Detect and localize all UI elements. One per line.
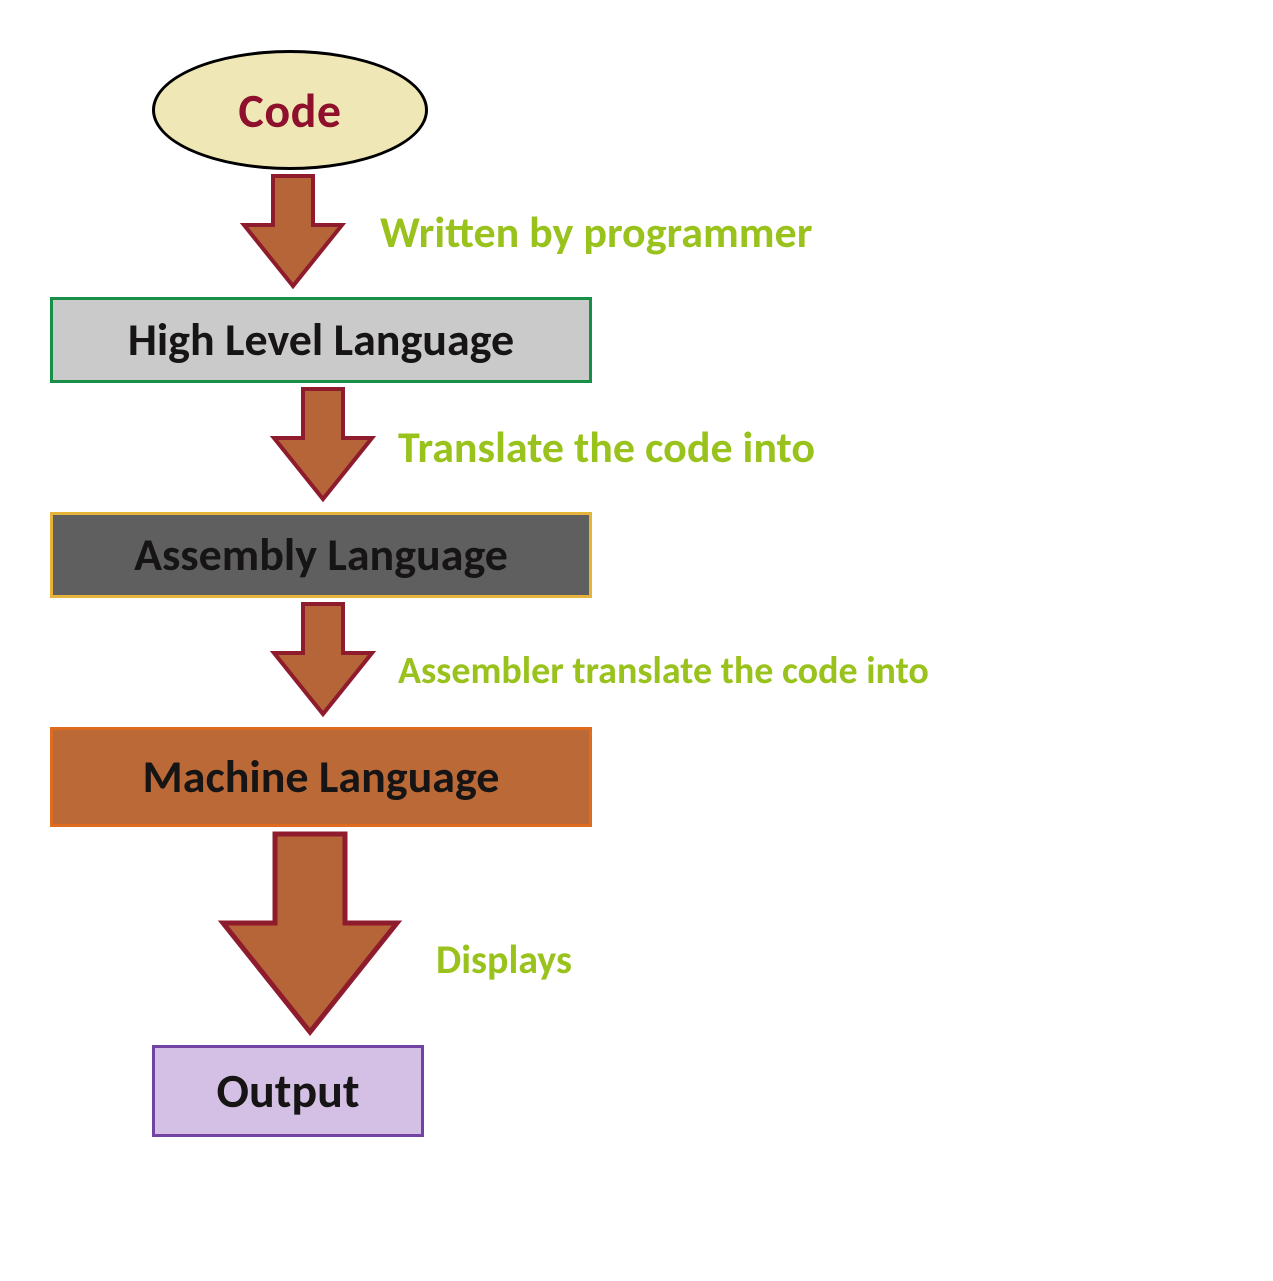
flowchart-canvas: Code Written by programmer High Level La…	[0, 0, 1273, 1281]
edge-label-4: Displays	[436, 935, 572, 984]
arrow-down-icon	[268, 598, 378, 718]
node-assembly-language: Assembly Language	[50, 512, 592, 598]
node-mach-label: Machine Language	[143, 754, 500, 800]
node-hll-label: High Level Language	[128, 317, 514, 363]
edge-label-3: Assembler translate the code into	[398, 648, 929, 694]
arrow-down-icon	[268, 383, 378, 503]
node-code-label: Code	[238, 81, 341, 140]
node-output: Output	[152, 1045, 424, 1137]
arrow-down-icon	[238, 170, 348, 290]
edge-label-1: Written by programmer	[380, 205, 812, 259]
node-high-level-language: High Level Language	[50, 297, 592, 383]
arrow-down-icon	[215, 828, 405, 1038]
edge-label-2: Translate the code into	[398, 420, 815, 474]
node-code: Code	[152, 50, 428, 170]
node-machine-language: Machine Language	[50, 727, 592, 827]
node-asm-label: Assembly Language	[134, 532, 508, 578]
node-output-label: Output	[216, 1067, 359, 1115]
